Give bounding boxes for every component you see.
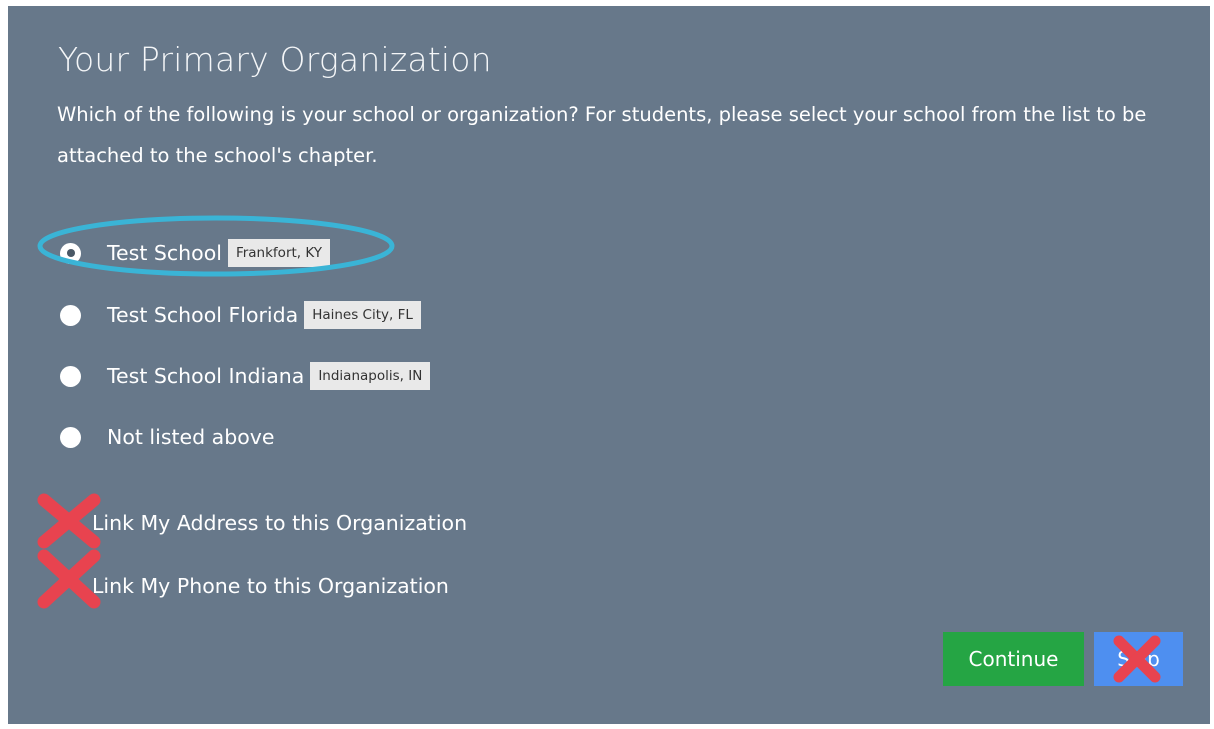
link-address-toggle[interactable]: Link My Address to this Organization — [92, 511, 467, 535]
option-test-school-florida[interactable]: Test School Florida Haines City, FL — [60, 297, 421, 333]
red-x-mark-icon — [37, 493, 101, 549]
option-label: Not listed above — [107, 425, 275, 449]
red-x-mark-icon — [37, 549, 101, 609]
option-label: Test School Florida — [107, 303, 299, 327]
page-title: Your Primary Organization — [58, 40, 492, 79]
location-badge: Indianapolis, IN — [310, 362, 431, 390]
option-not-listed[interactable]: Not listed above — [60, 419, 275, 455]
location-badge: Haines City, FL — [304, 301, 421, 329]
continue-button[interactable]: Continue — [943, 632, 1084, 686]
ellipse-highlight-icon — [37, 215, 395, 277]
radio-icon[interactable] — [60, 426, 81, 448]
option-label: Test School Indiana — [107, 364, 305, 388]
red-x-mark-icon — [1113, 635, 1161, 683]
radio-icon[interactable] — [60, 365, 81, 387]
link-phone-toggle[interactable]: Link My Phone to this Organization — [92, 574, 449, 598]
radio-icon[interactable] — [60, 304, 81, 326]
organization-panel: Your Primary Organization Which of the f… — [8, 6, 1210, 724]
option-test-school-indiana[interactable]: Test School Indiana Indianapolis, IN — [60, 358, 431, 394]
page-description: Which of the following is your school or… — [57, 103, 1147, 167]
